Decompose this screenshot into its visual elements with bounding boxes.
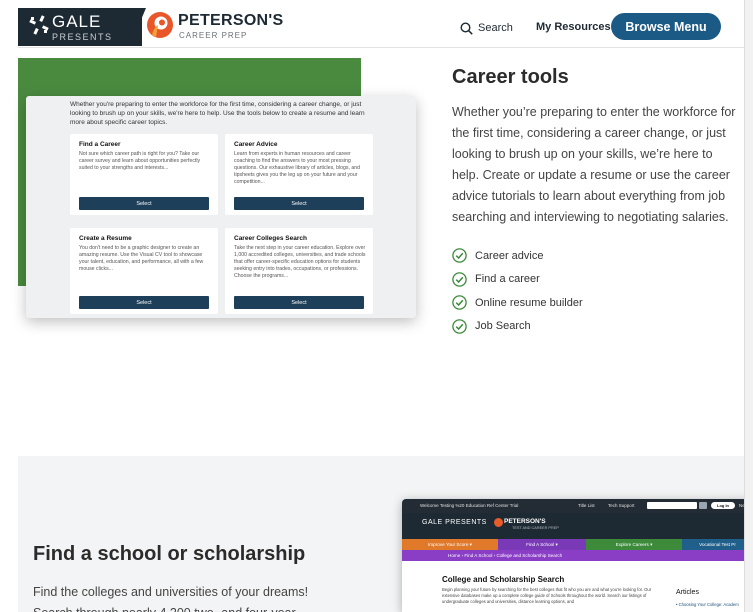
career-tools-heading: Career tools bbox=[452, 66, 569, 88]
preview-articles-heading: Articles bbox=[676, 589, 699, 596]
preview-top-bar: Welcome Testing %20 Education Ref Center… bbox=[402, 499, 753, 513]
preview-login-button: Log In bbox=[711, 502, 735, 509]
check-circle-icon bbox=[452, 295, 467, 310]
create-a-resume-card: Create a Resume You don't need to be a g… bbox=[70, 228, 218, 314]
career-prep-wordmark: CAREER PREP bbox=[179, 31, 248, 40]
preview-search-icon bbox=[699, 502, 707, 509]
career-advice-select-button[interactable]: Select bbox=[234, 197, 364, 210]
preview-nav-improve-score: Improve Your Score ▾ bbox=[402, 539, 498, 550]
preview-tech-support: Tech Support bbox=[608, 503, 635, 508]
preview-breadcrumb: Home › Find A School › College and Schol… bbox=[402, 550, 753, 561]
page-left-margin bbox=[0, 0, 14, 612]
college-search-preview: Welcome Testing %20 Education Ref Center… bbox=[402, 499, 753, 612]
petersons-mark-icon bbox=[147, 12, 173, 38]
tool-item-label: Job Search bbox=[475, 320, 531, 333]
petersons-logo[interactable]: PETERSON'S CAREER PREP bbox=[146, 10, 296, 44]
card-description: You don't need to be a graphic designer … bbox=[79, 245, 204, 272]
search-link[interactable]: Search bbox=[460, 18, 513, 38]
tool-item-label: Career advice bbox=[475, 249, 544, 262]
preview-title-list: Title List bbox=[578, 503, 595, 508]
search-link-label: Search bbox=[478, 22, 513, 34]
tool-item-label: Find a career bbox=[475, 273, 540, 286]
preview-paragraph: Begin planning your future by searching … bbox=[442, 587, 652, 604]
preview-brand-bar: GALE PRESENTS PETERSON'S TEST AND CAREER… bbox=[402, 513, 753, 539]
create-a-resume-select-button[interactable]: Select bbox=[79, 296, 209, 309]
find-a-career-card: Find a Career Not sure which career path… bbox=[70, 134, 218, 215]
career-advice-card: Career Advice Learn from experts in huma… bbox=[225, 134, 373, 215]
preview-gale-logo: GALE PRESENTS bbox=[422, 519, 487, 526]
preview-welcome-text: Welcome Testing %20 Education Ref Center… bbox=[420, 503, 519, 508]
find-school-description: Find the colleges and universities of yo… bbox=[33, 585, 309, 612]
preview-search-input bbox=[647, 502, 697, 509]
career-colleges-search-select-button[interactable]: Select bbox=[234, 296, 364, 309]
card-title: Create a Resume bbox=[79, 235, 132, 242]
card-title: Find a Career bbox=[79, 141, 121, 148]
browse-menu-button[interactable]: Browse Menu bbox=[611, 13, 721, 40]
tool-item-online-resume-builder[interactable]: Online resume builder bbox=[452, 291, 583, 315]
card-description: Not sure which career path is right for … bbox=[79, 151, 201, 171]
preview-nav-vocational: Vocational Test Pr bbox=[682, 539, 753, 550]
gale-star-icon bbox=[29, 15, 49, 35]
card-description: Take the next step in your career educat… bbox=[234, 245, 366, 279]
my-resources-link[interactable]: My Resources bbox=[536, 21, 611, 33]
preview-heading: College and Scholarship Search bbox=[442, 575, 565, 584]
career-tools-description: Whether you’re preparing to enter the wo… bbox=[452, 105, 736, 224]
preview-nav-bar: Improve Your Score ▾ Find A School ▾ Exp… bbox=[402, 539, 753, 550]
career-colleges-search-card: Career Colleges Search Take the next ste… bbox=[225, 228, 373, 314]
tool-item-job-search[interactable]: Job Search bbox=[452, 315, 583, 339]
tool-item-find-a-career[interactable]: Find a career bbox=[452, 268, 583, 292]
vertical-scrollbar[interactable] bbox=[744, 0, 753, 612]
search-icon bbox=[460, 21, 473, 35]
gale-wordmark: GALE bbox=[52, 12, 102, 31]
preview-breadcrumb-text: Home › Find A School › College and Schol… bbox=[448, 553, 563, 558]
card-description: Learn from experts in human resources an… bbox=[234, 151, 361, 185]
site-header: GALE PRESENTS PETERSON'S CAREER PREP Sea… bbox=[18, 8, 753, 48]
preview-nav-explore-careers: Explore Careers ▾ bbox=[586, 539, 682, 550]
check-circle-icon bbox=[452, 248, 467, 263]
check-circle-icon bbox=[452, 319, 467, 334]
check-circle-icon bbox=[452, 272, 467, 287]
find-school-heading: Find a school or scholarship bbox=[33, 543, 306, 565]
preview-petersons-sub: TEST AND CAREER PREP bbox=[512, 526, 559, 530]
tool-item-label: Online resume builder bbox=[475, 296, 583, 309]
preview-nav-find-school: Find A School ▾ bbox=[498, 539, 586, 550]
card-title: Career Advice bbox=[234, 141, 278, 148]
tool-item-career-advice[interactable]: Career advice bbox=[452, 244, 583, 268]
career-tools-preview: Whether you're preparing to enter the wo… bbox=[26, 96, 416, 318]
preview-petersons-logo: PETERSON'S bbox=[504, 518, 546, 525]
preview-petersons-mark-icon bbox=[494, 518, 503, 527]
find-a-career-select-button[interactable]: Select bbox=[79, 197, 209, 210]
presents-wordmark: PRESENTS bbox=[52, 32, 113, 42]
petersons-wordmark: PETERSON'S bbox=[178, 12, 284, 29]
preview-article-link: • Choosing Your College: Academ bbox=[676, 602, 739, 607]
preview-intro-text: Whether you're preparing to enter the wo… bbox=[70, 101, 365, 126]
career-tools-list: Career advice Find a career Online resum… bbox=[452, 244, 583, 338]
card-title: Career Colleges Search bbox=[234, 235, 307, 242]
logo-slant bbox=[130, 8, 146, 46]
gale-presents-logo[interactable]: GALE PRESENTS bbox=[18, 8, 142, 46]
